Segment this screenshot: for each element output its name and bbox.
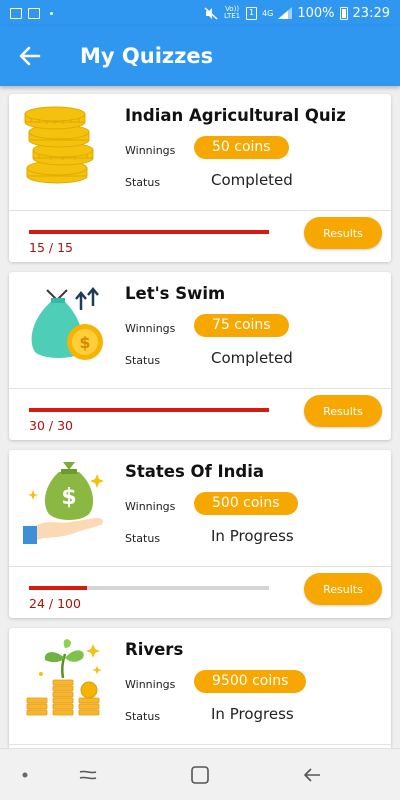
quiz-list[interactable]: Indian Agricultural Quiz Winnings 50 coi… [0,86,400,748]
card-divider [9,210,391,211]
quiz-card[interactable]: Indian Agricultural Quiz Winnings 50 coi… [9,94,391,262]
home-icon [191,766,209,784]
back-arrow-icon [304,768,320,782]
winnings-badge: 500 coins [194,492,298,515]
progress-fill [29,230,269,234]
card-divider [9,566,391,567]
status-value: Completed [211,171,293,189]
svg-text:$: $ [61,485,76,510]
sim-indicator: 1 [246,6,258,20]
card-divider [9,744,391,745]
checkbox-notification-icon [28,7,40,19]
status-value: Completed [211,349,293,367]
progress-bar [29,230,269,234]
clock: 23:29 [352,5,390,21]
back-button[interactable] [0,26,60,86]
winnings-label: Winnings [125,322,176,335]
progress-text: 30 / 30 [29,418,73,433]
quiz-card[interactable]: $ Let's Swim Winnings 75 coins Status Co… [9,272,391,440]
network-type: 4G [262,8,274,18]
results-button[interactable]: Results [304,573,382,605]
mute-icon [204,6,218,20]
winnings-label: Winnings [125,500,176,513]
winnings-label: Winnings [125,678,176,691]
quiz-title: Rivers [125,640,184,659]
money-bag-icon: $ [31,287,103,360]
more-notifications-icon [50,11,53,15]
quiz-card[interactable]: Rivers Winnings 9500 coins Status In Pro… [9,628,391,748]
system-nav-bar [0,748,400,800]
progress-text: 15 / 15 [29,240,73,255]
money-plant-icon [26,639,102,716]
quiz-title: Indian Agricultural Quiz [125,106,346,125]
status-bar: Vo)) LTE1 1 4G 100% 23:29 [0,0,400,26]
winnings-label: Winnings [125,144,176,157]
svg-text:$: $ [79,333,90,352]
winnings-badge: 50 coins [194,136,289,159]
results-button[interactable]: Results [304,217,382,249]
battery-icon [339,6,348,20]
winnings-badge: 75 coins [194,314,289,337]
system-back-button[interactable] [290,749,334,800]
status-label: Status [125,354,161,367]
quiz-title: Let's Swim [125,284,226,303]
quiz-title: States Of India [125,462,264,481]
nav-dot-button[interactable] [10,749,40,800]
status-value: In Progress [211,527,294,545]
card-divider [9,388,391,389]
progress-fill [29,586,87,590]
recent-apps-button[interactable] [68,749,108,800]
status-label: Status [125,710,161,723]
status-value: In Progress [211,705,294,723]
status-label: Status [125,176,161,189]
battery-percent: 100% [297,5,335,21]
results-button[interactable]: Results [304,395,382,427]
winnings-badge: 9500 coins [194,670,307,693]
page-title: My Quizzes [80,44,214,68]
signal-icon [278,7,293,19]
money-hand-icon: $ [23,462,104,544]
status-label: Status [125,532,161,545]
progress-bar [29,408,269,412]
progress-bar [29,586,269,590]
app-bar: My Quizzes [0,26,400,86]
arrow-left-icon [19,46,41,66]
gold-coins-stack-icon [24,106,94,184]
recent-apps-icon [79,770,97,780]
dot-icon [22,772,28,778]
quiz-card[interactable]: $ States Of India Winnings 500 coins Sta… [9,450,391,618]
gallery-notification-icon [10,7,22,19]
progress-fill [29,408,269,412]
home-button[interactable] [178,749,222,800]
volte-indicator: Vo)) LTE1 [224,5,241,20]
progress-text: 24 / 100 [29,596,81,611]
